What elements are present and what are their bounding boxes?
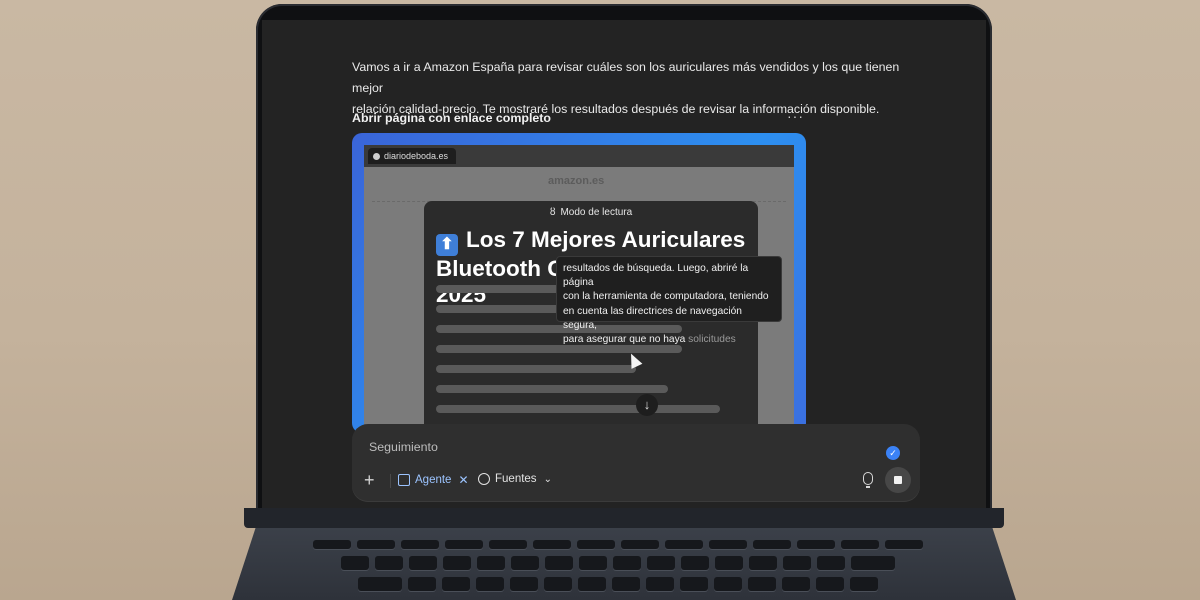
follow-up-input[interactable] bbox=[367, 439, 851, 455]
key bbox=[850, 577, 878, 591]
agent-chip-label: Agente bbox=[415, 474, 452, 486]
agent-cursor-icon bbox=[398, 474, 410, 486]
reader-mode-label: Modo de lectura bbox=[560, 207, 633, 218]
tooltip-line: con la herramienta de computadora, tenie… bbox=[563, 291, 769, 303]
key bbox=[489, 540, 527, 549]
key bbox=[851, 556, 895, 570]
key bbox=[797, 540, 835, 549]
key bbox=[841, 540, 879, 549]
browser-tab-title: diariodeboda.es bbox=[384, 151, 449, 161]
key bbox=[579, 556, 607, 570]
key bbox=[817, 556, 845, 570]
reader-mode-header: ȣ Modo de lectura bbox=[424, 207, 758, 218]
globe-icon bbox=[478, 473, 490, 485]
browser-tab-bar: diariodeboda.es bbox=[364, 145, 794, 167]
close-icon[interactable]: ✕ bbox=[458, 473, 468, 487]
add-attachment-button[interactable]: + bbox=[364, 470, 375, 491]
key bbox=[409, 556, 437, 570]
agent-reasoning-tooltip: resultados de búsqueda. Luego, abriré la… bbox=[556, 256, 782, 345]
key bbox=[408, 577, 436, 591]
tooltip-text: para asegurar que no haya bbox=[563, 334, 689, 346]
step-title: Abrir página con enlace completo bbox=[352, 111, 551, 125]
text-placeholder-bar bbox=[436, 405, 720, 413]
key bbox=[647, 556, 675, 570]
key bbox=[476, 577, 504, 591]
agent-chip[interactable]: Agente ✕ bbox=[398, 473, 469, 487]
key bbox=[680, 577, 708, 591]
key bbox=[577, 540, 615, 549]
key bbox=[533, 540, 571, 549]
divider bbox=[390, 474, 391, 488]
site-logo: amazon.es bbox=[548, 175, 605, 187]
key bbox=[511, 556, 539, 570]
chevron-down-icon: ⌄ bbox=[543, 473, 552, 485]
laptop-keyboard bbox=[268, 540, 968, 598]
key bbox=[357, 540, 395, 549]
key bbox=[681, 556, 709, 570]
key bbox=[621, 540, 659, 549]
key bbox=[578, 577, 606, 591]
browser-tab[interactable]: diariodeboda.es bbox=[368, 148, 457, 164]
key bbox=[510, 577, 538, 591]
scroll-down-button[interactable]: ↓ bbox=[636, 394, 658, 416]
key bbox=[714, 577, 742, 591]
key bbox=[443, 556, 471, 570]
laptop-hinge bbox=[244, 508, 1004, 528]
arrow-up-emoji-icon: ⬆ bbox=[436, 234, 458, 256]
key bbox=[401, 540, 439, 549]
tooltip-line: resultados de búsqueda. Luego, abriré la… bbox=[563, 263, 749, 289]
key bbox=[782, 577, 810, 591]
key bbox=[753, 540, 791, 549]
key bbox=[715, 556, 743, 570]
glasses-icon: ȣ bbox=[549, 207, 556, 218]
key bbox=[313, 540, 351, 549]
favicon-icon bbox=[373, 152, 380, 160]
key bbox=[613, 556, 641, 570]
laptop-screen: Vamos a ir a Amazon España para revisar … bbox=[262, 20, 986, 508]
key bbox=[442, 577, 470, 591]
key bbox=[646, 577, 674, 591]
more-horizontal-icon[interactable]: ··· bbox=[787, 108, 804, 124]
key bbox=[375, 556, 403, 570]
message-composer: ✓ + Agente ✕ Fuentes ⌄ bbox=[352, 424, 920, 502]
key bbox=[783, 556, 811, 570]
key bbox=[709, 540, 747, 549]
key bbox=[358, 577, 402, 591]
sources-label: Fuentes bbox=[495, 473, 537, 485]
tooltip-line: en cuenta las directrices de navegación … bbox=[563, 305, 742, 331]
key bbox=[545, 556, 573, 570]
check-icon: ✓ bbox=[886, 446, 900, 460]
tooltip-text-faded: solicitudes bbox=[688, 334, 736, 346]
key bbox=[748, 577, 776, 591]
text-placeholder-bar bbox=[436, 385, 668, 393]
key bbox=[445, 540, 483, 549]
assistant-message-line: Vamos a ir a Amazon España para revisar … bbox=[352, 60, 900, 95]
text-placeholder-bar bbox=[436, 365, 636, 373]
sources-dropdown[interactable]: Fuentes ⌄ bbox=[478, 473, 552, 485]
key bbox=[885, 540, 923, 549]
key bbox=[544, 577, 572, 591]
key bbox=[477, 556, 505, 570]
stop-button[interactable] bbox=[885, 467, 911, 493]
stop-icon bbox=[894, 476, 902, 484]
key bbox=[749, 556, 777, 570]
key bbox=[612, 577, 640, 591]
microphone-icon[interactable] bbox=[863, 472, 873, 488]
key bbox=[665, 540, 703, 549]
key bbox=[816, 577, 844, 591]
tooltip-line: para asegurar que no haya solicitudes bbox=[563, 333, 775, 347]
key bbox=[341, 556, 369, 570]
